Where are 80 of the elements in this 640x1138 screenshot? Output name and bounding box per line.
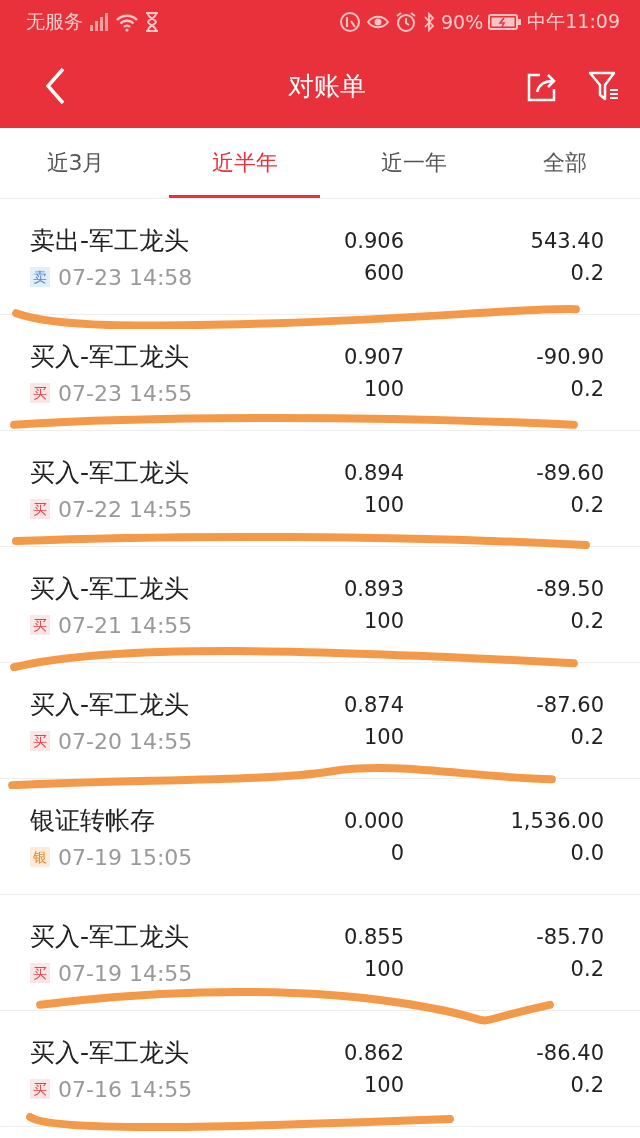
record-time: 07-23 14:55 <box>58 380 193 406</box>
back-icon <box>44 66 66 106</box>
amount-text: -89.60 <box>536 460 604 485</box>
fee-text: 0.2 <box>570 956 604 981</box>
price-text: 0.907 <box>343 344 404 369</box>
price-text: 0.000 <box>343 808 404 833</box>
period-tab[interactable]: 近3月 <box>0 128 151 198</box>
record-name: 买入-军工龙头 <box>30 688 191 721</box>
amount-text: 1,536.00 <box>510 808 604 833</box>
amount-text: -87.60 <box>536 692 604 717</box>
quantity-text: 100 <box>363 956 404 981</box>
record-name: 买入-军工龙头 <box>30 1036 191 1069</box>
record-row[interactable]: 买入-军工龙头 买 07-22 14:55 0.894 100 -89.60 0.2 <box>0 431 640 547</box>
record-time: 07-21 14:55 <box>58 612 193 638</box>
fee-text: 0.0 <box>570 840 604 865</box>
filter-icon <box>588 70 620 102</box>
quantity-text: 100 <box>363 1072 404 1097</box>
price-text: 0.894 <box>343 460 404 485</box>
record-time: 07-16 14:55 <box>58 1076 193 1102</box>
battery-percent: 90% <box>441 11 484 33</box>
bluetooth-icon <box>422 11 436 33</box>
fee-text: 0.2 <box>570 260 604 285</box>
quantity-text: 600 <box>363 260 404 285</box>
record-time: 07-19 14:55 <box>58 960 193 986</box>
amount-text: -86.40 <box>536 1040 604 1065</box>
record-name: 买入-军工龙头 <box>30 456 191 489</box>
battery-icon <box>488 12 523 32</box>
record-name: 买入-军工龙头 <box>30 340 191 373</box>
amount-text: -90.90 <box>536 344 604 369</box>
clock-text: 中午11:09 <box>527 9 620 34</box>
fee-text: 0.2 <box>570 724 604 749</box>
amount-text: 543.40 <box>530 228 604 253</box>
fee-text: 0.2 <box>570 376 604 401</box>
quantity-text: 100 <box>363 608 404 633</box>
type-badge: 买 <box>30 731 50 751</box>
carrier-text: 无服务 <box>26 9 83 34</box>
price-text: 0.874 <box>343 692 404 717</box>
signal-icon <box>88 11 110 33</box>
period-tab[interactable]: 近一年 <box>338 128 489 198</box>
hourglass-icon <box>144 11 160 33</box>
type-badge: 买 <box>30 499 50 519</box>
record-row[interactable]: 买入-军工龙头 买 07-20 14:55 0.874 100 -87.60 0.2 <box>0 663 640 779</box>
quantity-text: 100 <box>363 492 404 517</box>
record-name: 银证转帐存 <box>30 804 156 837</box>
type-badge: 买 <box>30 963 50 983</box>
amount-text: -85.70 <box>536 924 604 949</box>
quantity-text: 100 <box>363 376 404 401</box>
fee-text: 0.2 <box>570 608 604 633</box>
alarm-icon <box>395 11 417 33</box>
record-row[interactable]: 银证转帐存 银 07-19 15:05 0.000 0 1,536.00 0.0 <box>0 779 640 895</box>
amount-text: -89.50 <box>536 576 604 601</box>
record-row[interactable]: 买入-军工龙头 买 07-16 14:55 0.862 100 -86.40 0.2 <box>0 1011 640 1127</box>
record-row[interactable]: 买入-军工龙头 买 07-23 14:55 0.907 100 -90.90 0.2 <box>0 315 640 431</box>
fee-text: 0.2 <box>570 492 604 517</box>
type-badge: 买 <box>30 615 50 635</box>
type-badge: 买 <box>30 383 50 403</box>
record-time: 07-20 14:55 <box>58 728 193 754</box>
period-tab[interactable]: 全部 <box>489 128 640 198</box>
record-time: 07-22 14:55 <box>58 496 193 522</box>
quantity-text: 100 <box>363 724 404 749</box>
record-time: 07-23 14:58 <box>58 264 193 290</box>
quantity-text: 0 <box>390 840 404 865</box>
record-name: 买入-军工龙头 <box>30 920 191 953</box>
price-text: 0.893 <box>343 576 404 601</box>
record-row[interactable]: 买入-军工龙头 买 07-21 14:55 0.893 100 -89.50 0.2 <box>0 547 640 663</box>
record-row[interactable]: 买入-军工龙头 买 07-19 14:55 0.855 100 -85.70 0.2 <box>0 895 640 1011</box>
record-row[interactable]: 卖出-军工龙头 卖 07-23 14:58 0.906 600 543.40 0.2 <box>0 199 640 315</box>
period-tab[interactable]: 近半年 <box>169 128 320 198</box>
record-name: 买入-军工龙头 <box>30 572 191 605</box>
type-badge: 银 <box>30 847 50 867</box>
price-text: 0.862 <box>343 1040 404 1065</box>
page-title: 对账单 <box>287 69 367 103</box>
record-name: 卖出-军工龙头 <box>30 224 191 257</box>
record-time: 07-19 15:05 <box>58 844 193 870</box>
fee-text: 0.2 <box>570 1072 604 1097</box>
price-text: 0.906 <box>343 228 404 253</box>
type-badge: 买 <box>30 1079 50 1099</box>
type-badge: 卖 <box>30 267 50 287</box>
price-text: 0.855 <box>343 924 404 949</box>
data-saver-icon <box>339 11 361 33</box>
